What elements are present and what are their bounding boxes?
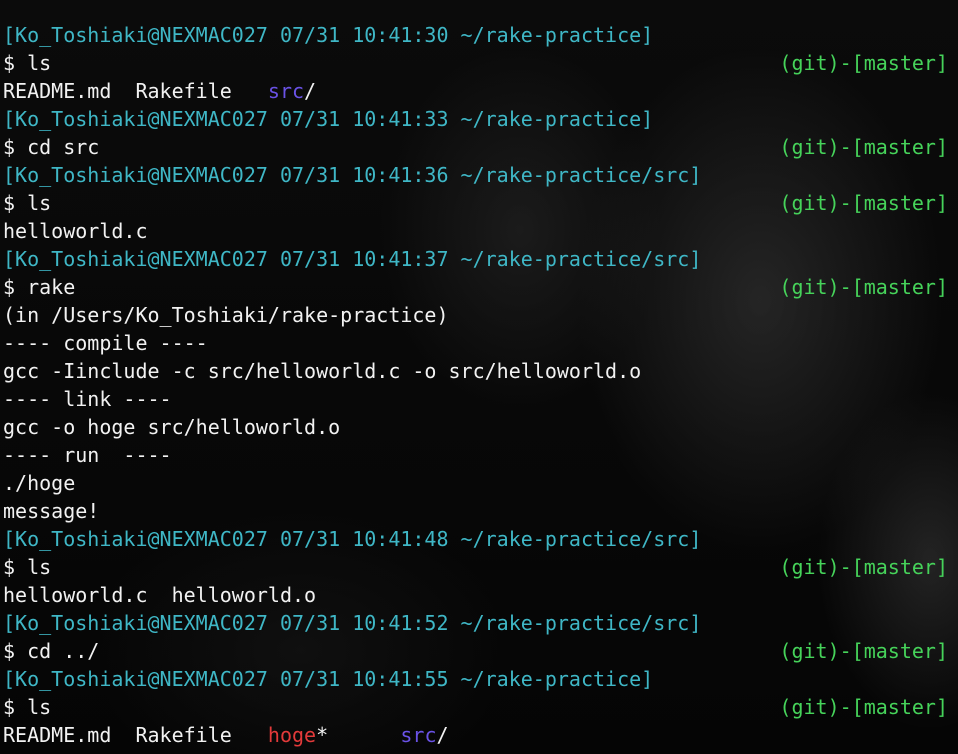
output-text: ---- link ---- (3, 387, 172, 411)
git-branch-tag: (git)-[master] (779, 51, 948, 75)
executable-name: hoge (267, 723, 317, 747)
command-line: $ ls (git)-[master] (3, 189, 948, 217)
output-text: gcc -o hoge src/helloworld.o (3, 415, 341, 439)
prompt-info: [Ko_Toshiaki@NEXMAC027 07/31 10:41:37 ~/… (3, 247, 702, 271)
prompt-info: [Ko_Toshiaki@NEXMAC027 07/31 10:41:30 ~/… (3, 23, 654, 47)
command-text: $ cd ../ (3, 639, 100, 663)
output-text: ./hoge (3, 471, 76, 495)
output-line: ---- link ---- (3, 385, 948, 413)
prompt-info-line: [Ko_Toshiaki@NEXMAC027 07/31 10:41:52 ~/… (3, 609, 948, 637)
output-line: helloworld.c (3, 217, 948, 245)
output-text: helloworld.c helloworld.o (3, 583, 317, 607)
output-line-ls: README.md Rakefile hoge* src/ (3, 721, 948, 749)
prompt-info-line: [Ko_Toshiaki@NEXMAC027 07/31 10:41:48 ~/… (3, 525, 948, 553)
git-branch-tag: (git)-[master] (779, 555, 948, 579)
command-text: $ ls (3, 555, 52, 579)
prompt-info: [Ko_Toshiaki@NEXMAC027 07/31 10:41:52 ~/… (3, 611, 702, 635)
output-line: gcc -Iinclude -c src/helloworld.c -o src… (3, 357, 948, 385)
directory-name: src (400, 723, 437, 747)
output-text: ---- run ---- (3, 443, 172, 467)
output-line: ---- compile ---- (3, 329, 948, 357)
command-line: $ ls (git)-[master] (3, 553, 948, 581)
prompt-info: [Ko_Toshiaki@NEXMAC027 07/31 10:41:33 ~/… (3, 107, 654, 131)
git-branch-tag: (git)-[master] (779, 275, 948, 299)
command-line: $ rake (git)-[master] (3, 273, 948, 301)
directory-slash: / (304, 79, 317, 103)
command-line: $ cd ../ (git)-[master] (3, 637, 948, 665)
command-text: $ rake (3, 275, 76, 299)
prompt-info-line: [Ko_Toshiaki@NEXMAC027 07/31 10:41:36 ~/… (3, 161, 948, 189)
command-text: $ ls (3, 695, 52, 719)
command-text: $ ls (3, 191, 52, 215)
command-line: $ ls (git)-[master] (3, 693, 948, 721)
output-line: ./hoge (3, 469, 948, 497)
git-branch-tag: (git)-[master] (779, 191, 948, 215)
command-text: $ cd src (3, 135, 100, 159)
prompt-info-line: [Ko_Toshiaki@NEXMAC027 07/31 10:41:55 ~/… (3, 665, 948, 693)
prompt-info-line: [Ko_Toshiaki@NEXMAC027 07/31 10:41:33 ~/… (3, 105, 948, 133)
prompt-info-line: [Ko_Toshiaki@NEXMAC027 07/31 10:41:37 ~/… (3, 245, 948, 273)
prompt-info: [Ko_Toshiaki@NEXMAC027 07/31 10:41:36 ~/… (3, 163, 702, 187)
output-text: ---- compile ---- (3, 331, 208, 355)
prompt-info-line: [Ko_Toshiaki@NEXMAC027 07/31 10:41:30 ~/… (3, 21, 948, 49)
git-branch-tag: (git)-[master] (779, 639, 948, 663)
output-line: gcc -o hoge src/helloworld.o (3, 413, 948, 441)
output-line: message! (3, 497, 948, 525)
command-line: $ cd src (git)-[master] (3, 133, 948, 161)
column-gap (328, 723, 400, 747)
output-text: helloworld.c (3, 219, 148, 243)
command-line: $ ls (git)-[master] (3, 49, 948, 77)
prompt-info: [Ko_Toshiaki@NEXMAC027 07/31 10:41:48 ~/… (3, 527, 702, 551)
file-list: README.md Rakefile (3, 723, 268, 747)
output-line: ---- run ---- (3, 441, 948, 469)
output-line-ls: README.md Rakefile src/ (3, 77, 948, 105)
terminal-output[interactable]: [Ko_Toshiaki@NEXMAC027 07/31 10:41:30 ~/… (3, 21, 948, 749)
output-line: (in /Users/Ko_Toshiaki/rake-practice) (3, 301, 948, 329)
executable-marker: * (316, 723, 329, 747)
output-line: helloworld.c helloworld.o (3, 581, 948, 609)
directory-name: src (267, 79, 305, 103)
git-branch-tag: (git)-[master] (779, 135, 948, 159)
directory-slash: / (436, 723, 449, 747)
output-text: (in /Users/Ko_Toshiaki/rake-practice) (3, 303, 449, 327)
command-text: $ ls (3, 51, 52, 75)
git-branch-tag: (git)-[master] (779, 695, 948, 719)
file-list: README.md Rakefile (3, 79, 268, 103)
output-text: message! (3, 499, 100, 523)
prompt-info: [Ko_Toshiaki@NEXMAC027 07/31 10:41:55 ~/… (3, 667, 654, 691)
output-text: gcc -Iinclude -c src/helloworld.c -o src… (3, 359, 642, 383)
